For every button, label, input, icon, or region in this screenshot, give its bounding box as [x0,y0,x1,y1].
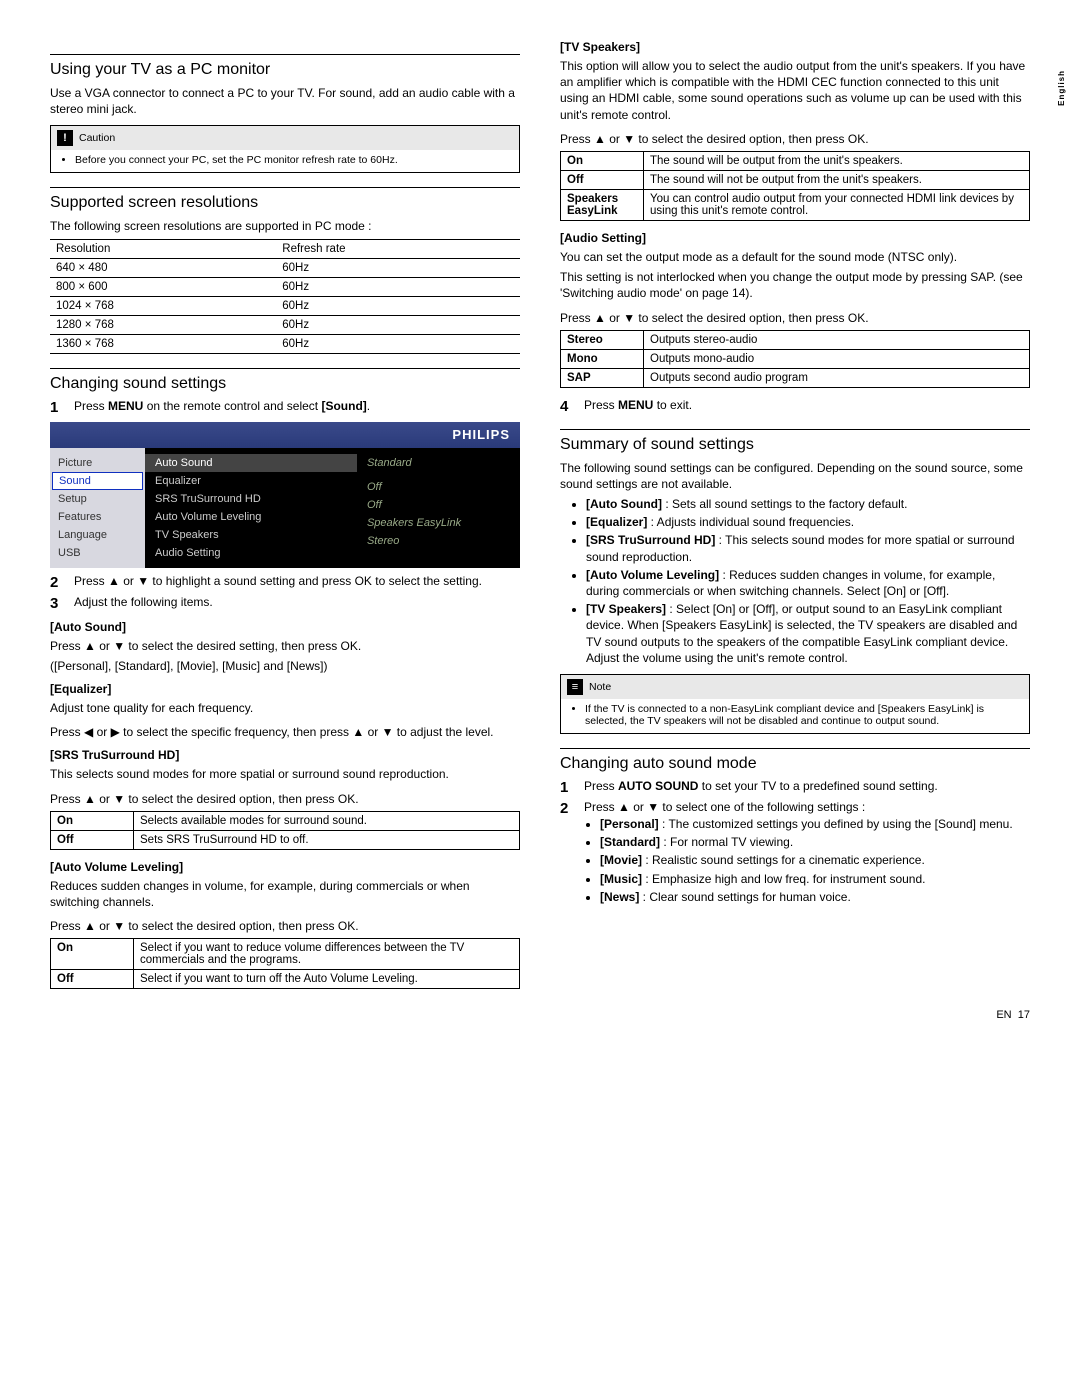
step-4: 4Press MENU to exit. [560,398,1030,415]
page-content: Using your TV as a PC monitor Use a VGA … [50,40,1030,999]
resolutions-intro: The following screen resolutions are sup… [50,218,520,234]
heading-sound-settings: Changing sound settings [50,368,520,393]
step-2b: 2 Press ▲ or ▼ to select one of the foll… [560,800,1030,911]
tv-brand: PHILIPS [50,422,520,448]
subhead-avl: [Auto Volume Leveling] [50,860,520,874]
caution-text: Before you connect your PC, set the PC m… [75,154,509,166]
page-footer: EN 17 [996,1009,1030,1021]
subhead-audiosetting: [Audio Setting] [560,231,1030,245]
heading-resolutions: Supported screen resolutions [50,187,520,212]
summary-list: [Auto Sound] : Sets all sound settings t… [560,496,1030,666]
subhead-autosound: [Auto Sound] [50,620,520,634]
pc-monitor-intro: Use a VGA connector to connect a PC to y… [50,85,520,117]
tvspk-table: OnThe sound will be output from the unit… [560,151,1030,221]
step-1b: 1Press AUTO SOUND to set your TV to a pr… [560,779,1030,796]
avl-table: OnSelect if you want to reduce volume di… [50,938,520,989]
note-icon: ≡ [567,679,583,695]
resolution-table: ResolutionRefresh rate 640 × 48060Hz 800… [50,239,520,354]
step-3: 3Adjust the following items. [50,595,520,612]
th-resolution: Resolution [50,239,276,258]
tv-menu-left: Picture Sound Setup Features Language US… [50,448,145,568]
subhead-tvspeakers: [TV Speakers] [560,40,1030,54]
step-1: 1 Press MENU on the remote control and s… [50,399,520,416]
step-2: 2Press ▲ or ▼ to highlight a sound setti… [50,574,520,591]
language-tab: English [1057,70,1066,106]
tv-menu-items: Auto Sound Equalizer SRS TruSurround HD … [145,448,357,568]
th-refresh: Refresh rate [276,239,520,258]
right-column: [TV Speakers] This option will allow you… [560,40,1030,999]
subhead-equalizer: [Equalizer] [50,682,520,696]
note-text: If the TV is connected to a non-EasyLink… [585,703,1019,727]
tv-menu-screenshot: PHILIPS Picture Sound Setup Features Lan… [50,422,520,568]
caution-icon: ! [57,130,73,146]
note-title: Note [589,681,611,693]
heading-pc-monitor: Using your TV as a PC monitor [50,54,520,79]
heading-summary: Summary of sound settings [560,429,1030,454]
caution-box: ! Caution Before you connect your PC, se… [50,125,520,173]
modes-list: [Personal] : The customized settings you… [584,816,1030,905]
tv-menu-values: Standard Off Off Speakers EasyLink Stere… [357,448,520,568]
left-column: Using your TV as a PC monitor Use a VGA … [50,40,520,999]
caution-title: Caution [79,132,115,144]
srs-table: OnSelects available modes for surround s… [50,811,520,850]
audio-table: StereoOutputs stereo-audio MonoOutputs m… [560,330,1030,388]
heading-autosound-mode: Changing auto sound mode [560,748,1030,773]
note-box: ≡ Note If the TV is connected to a non-E… [560,674,1030,734]
subhead-srs: [SRS TruSurround HD] [50,748,520,762]
